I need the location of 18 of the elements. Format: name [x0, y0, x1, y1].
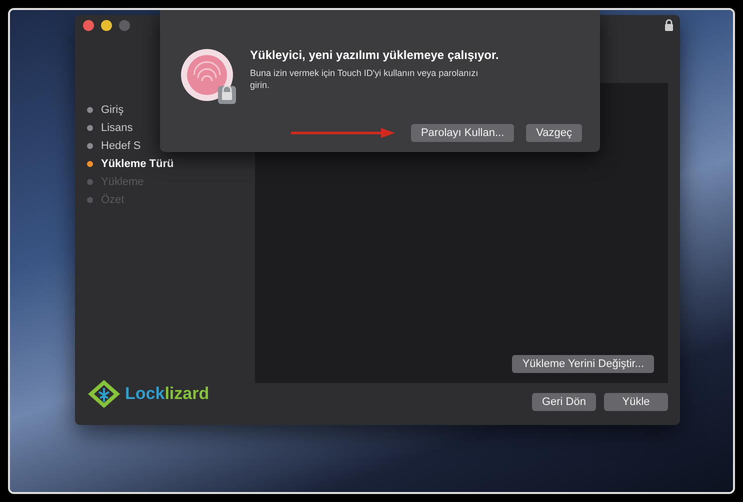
dialog-title: Yükleyici, yeni yazılımı yüklemeye çalışıyor.	[250, 48, 499, 62]
lizard-logo-icon	[87, 379, 121, 409]
change-location-button[interactable]: Yükleme Yerini Değiştir...	[512, 355, 654, 373]
dialog-button[interactable]: Vazgeç	[526, 124, 582, 142]
dialog-message: Buna izin vermek için Touch ID'yi kullanın veya parolanızı girin.	[250, 67, 480, 91]
close-button[interactable]	[83, 20, 94, 30]
zoom-button[interactable]	[119, 20, 130, 30]
nav-button[interactable]: Geri Dön	[532, 393, 596, 411]
step-label: Hedef S	[101, 139, 141, 153]
minimize-button[interactable]	[101, 20, 112, 30]
nav-button[interactable]: Yükle	[604, 393, 668, 411]
step-label: Giriş	[101, 103, 124, 117]
fingerprint-icon	[180, 48, 238, 106]
step-label: Lisans	[101, 121, 133, 135]
lock-icon	[664, 19, 674, 31]
dialog-button[interactable]: Parolayı Kullan...	[410, 124, 514, 142]
logo-text: Locklizard	[125, 384, 210, 404]
step-label: Yükleme Türü	[101, 157, 174, 171]
